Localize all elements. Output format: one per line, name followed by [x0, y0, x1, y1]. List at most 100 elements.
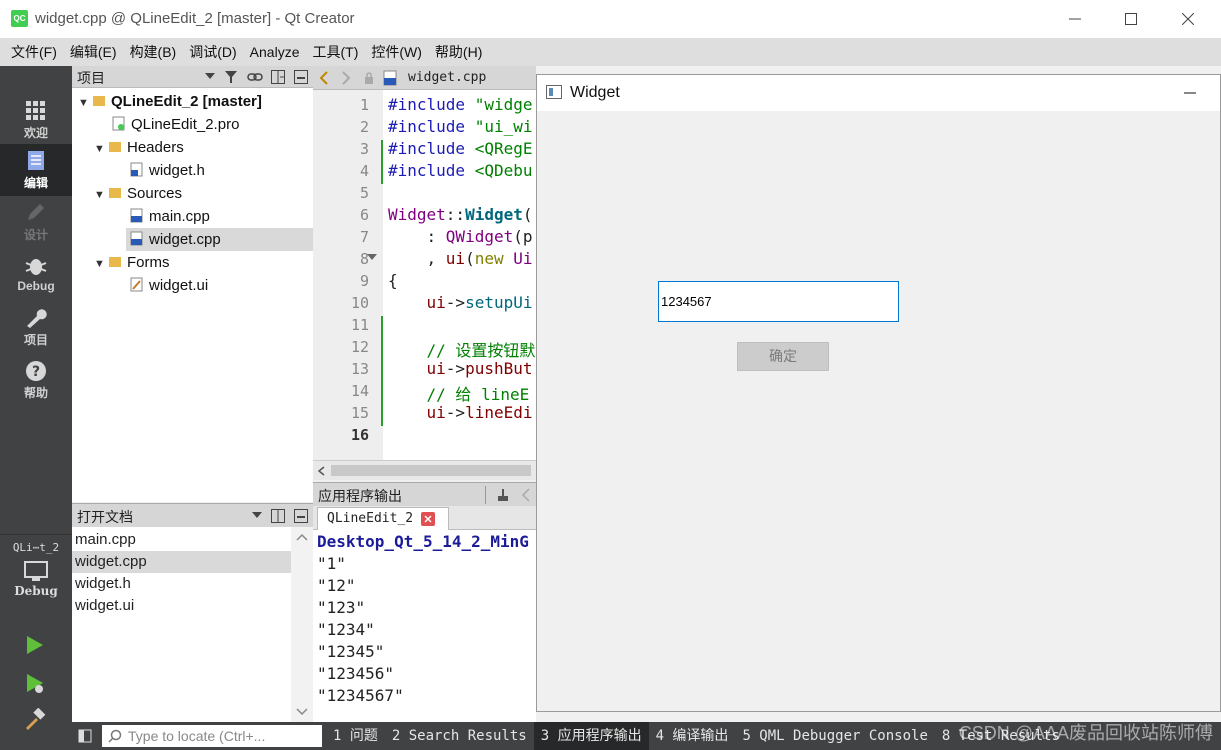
- pane-compile-output[interactable]: 4 编译输出: [649, 722, 736, 750]
- window-icon: [546, 85, 562, 99]
- split-icon[interactable]: [271, 509, 285, 523]
- open-docs-title: 打开文档: [77, 509, 133, 525]
- code-editor[interactable]: #include "widge #include "ui_wi #include…: [383, 90, 536, 460]
- output-line: "1234567": [317, 686, 404, 705]
- code-line: ui->lineEdi: [426, 403, 533, 422]
- editor-file-tab[interactable]: widget.cpp: [408, 70, 486, 85]
- minimize-icon[interactable]: [1184, 92, 1196, 94]
- close-tab-icon[interactable]: [421, 512, 435, 526]
- projects-panel-header: 项目: [72, 66, 313, 88]
- tree-item-project[interactable]: ▼ QLineEdit_2 [master]: [78, 90, 313, 113]
- close-panel-icon[interactable]: [294, 509, 308, 523]
- help-icon: ?: [26, 361, 46, 381]
- fold-marker-icon[interactable]: [367, 254, 377, 262]
- tree-item-sources[interactable]: ▼ Sources: [94, 182, 182, 205]
- mode-design[interactable]: 设计: [0, 196, 72, 248]
- wrench-icon: [27, 309, 47, 328]
- cpp-file-icon: [130, 208, 143, 223]
- pane-search-results[interactable]: 2 Search Results: [385, 722, 534, 750]
- close-panel-icon[interactable]: [294, 70, 308, 84]
- editor-hscrollbar[interactable]: [313, 460, 536, 480]
- output-tabs: QLineEdit_2: [313, 506, 536, 530]
- menu-build[interactable]: 构建(B): [125, 42, 182, 62]
- tree-item-widget-cpp[interactable]: widget.cpp: [126, 228, 313, 251]
- maximize-button[interactable]: [1106, 0, 1156, 38]
- tree-item-main-cpp[interactable]: main.cpp: [130, 205, 210, 228]
- tree-item-widget-ui[interactable]: widget.ui: [130, 274, 208, 297]
- open-doc-item[interactable]: widget.ui: [72, 595, 292, 617]
- scroll-left-icon[interactable]: [317, 466, 325, 476]
- open-docs-scrollbar[interactable]: [291, 527, 313, 722]
- output-tab[interactable]: QLineEdit_2: [317, 507, 449, 530]
- back-arrow-icon[interactable]: [319, 71, 329, 85]
- line-number: 14: [350, 382, 369, 400]
- toggle-sidebar-icon[interactable]: [78, 729, 92, 743]
- build-button[interactable]: [24, 707, 46, 733]
- attach-debugger-icon[interactable]: [496, 488, 510, 502]
- locator-input[interactable]: Type to locate (Ctrl+...: [102, 725, 322, 747]
- grid-icon: [26, 101, 45, 120]
- menu-analyze[interactable]: Analyze: [245, 44, 305, 60]
- code-line: : QWidget(p: [388, 227, 533, 246]
- app-output-header: 应用程序输出: [313, 482, 536, 506]
- debug-run-button[interactable]: [24, 672, 46, 699]
- line-number: 4: [359, 162, 369, 180]
- code-line: #include <QRegE: [388, 139, 533, 158]
- code-line: #include "widge: [388, 95, 533, 114]
- mode-welcome[interactable]: 欢迎: [0, 94, 72, 146]
- pane-issues[interactable]: 1 问题: [326, 722, 385, 750]
- pane-qml-console[interactable]: 5 QML Debugger Console: [735, 722, 934, 750]
- confirm-button[interactable]: 确定: [737, 342, 829, 371]
- minimize-icon: [1069, 18, 1081, 20]
- pane-app-output[interactable]: 3 应用程序输出: [533, 722, 649, 750]
- link-icon[interactable]: [247, 70, 263, 84]
- split-icon[interactable]: [271, 70, 285, 84]
- tree-item-widget-h[interactable]: widget.h: [130, 159, 205, 182]
- forward-arrow-icon[interactable]: [341, 71, 351, 85]
- open-doc-item[interactable]: widget.cpp: [72, 551, 292, 573]
- line-edit-input[interactable]: 1234567: [658, 281, 899, 322]
- menu-help[interactable]: 帮助(H): [430, 42, 487, 62]
- back-arrow-icon[interactable]: [521, 488, 531, 502]
- window-title: widget.cpp @ QLineEdit_2 [master] - Qt C…: [35, 10, 355, 27]
- chevron-down-icon[interactable]: [252, 512, 262, 520]
- ui-file-icon: [130, 277, 143, 292]
- tree-item-pro-file[interactable]: QLineEdit_2.pro: [112, 113, 239, 136]
- mode-projects[interactable]: 项目: [0, 301, 72, 353]
- line-number: 2: [359, 118, 369, 136]
- mode-debug[interactable]: Debug: [0, 249, 72, 301]
- open-doc-item[interactable]: widget.h: [72, 573, 292, 595]
- mode-edit[interactable]: 编辑: [0, 144, 72, 196]
- menu-file[interactable]: 文件(F): [6, 42, 62, 62]
- close-icon: [1182, 13, 1194, 25]
- qt-creator-icon: QC: [11, 10, 28, 27]
- menu-debug[interactable]: 调试(D): [184, 42, 241, 62]
- minimize-button[interactable]: [1050, 0, 1100, 38]
- mode-help[interactable]: ? 帮助: [0, 354, 72, 406]
- menu-tools[interactable]: 工具(T): [307, 42, 363, 62]
- scroll-down-icon[interactable]: [296, 708, 308, 716]
- widget-window: Widget 1234567 确定: [536, 74, 1221, 712]
- code-line: , ui(new Ui: [388, 249, 533, 268]
- chevron-down-icon[interactable]: [205, 73, 215, 81]
- open-doc-item[interactable]: main.cpp: [72, 529, 292, 551]
- scroll-thumb[interactable]: [331, 465, 531, 476]
- scroll-up-icon[interactable]: [296, 533, 308, 541]
- menu-edit[interactable]: 编辑(E): [65, 42, 122, 62]
- code-line: ui->pushBut: [426, 359, 533, 378]
- folder-cpp-icon: [109, 188, 121, 198]
- bug-icon: [25, 259, 47, 275]
- close-button[interactable]: [1163, 0, 1213, 38]
- monitor-icon: [24, 561, 48, 581]
- cpp-file-icon: [383, 70, 397, 86]
- code-line: {: [388, 271, 398, 290]
- code-line: #include <QDebu: [388, 161, 533, 180]
- menu-controls[interactable]: 控件(W): [366, 42, 427, 62]
- tree-item-forms[interactable]: ▼ Forms: [94, 251, 170, 274]
- tree-item-headers[interactable]: ▼ Headers: [94, 136, 184, 159]
- filter-icon[interactable]: [224, 70, 238, 84]
- mode-selector: 欢迎 编辑 设计 Debug 项目 ? 帮助 QLi⋯t_2 Debug: [0, 66, 72, 750]
- kit-selector[interactable]: QLi⋯t_2 Debug: [0, 534, 72, 606]
- run-button[interactable]: [24, 634, 46, 659]
- expand-arrow-icon: ▼: [94, 189, 105, 201]
